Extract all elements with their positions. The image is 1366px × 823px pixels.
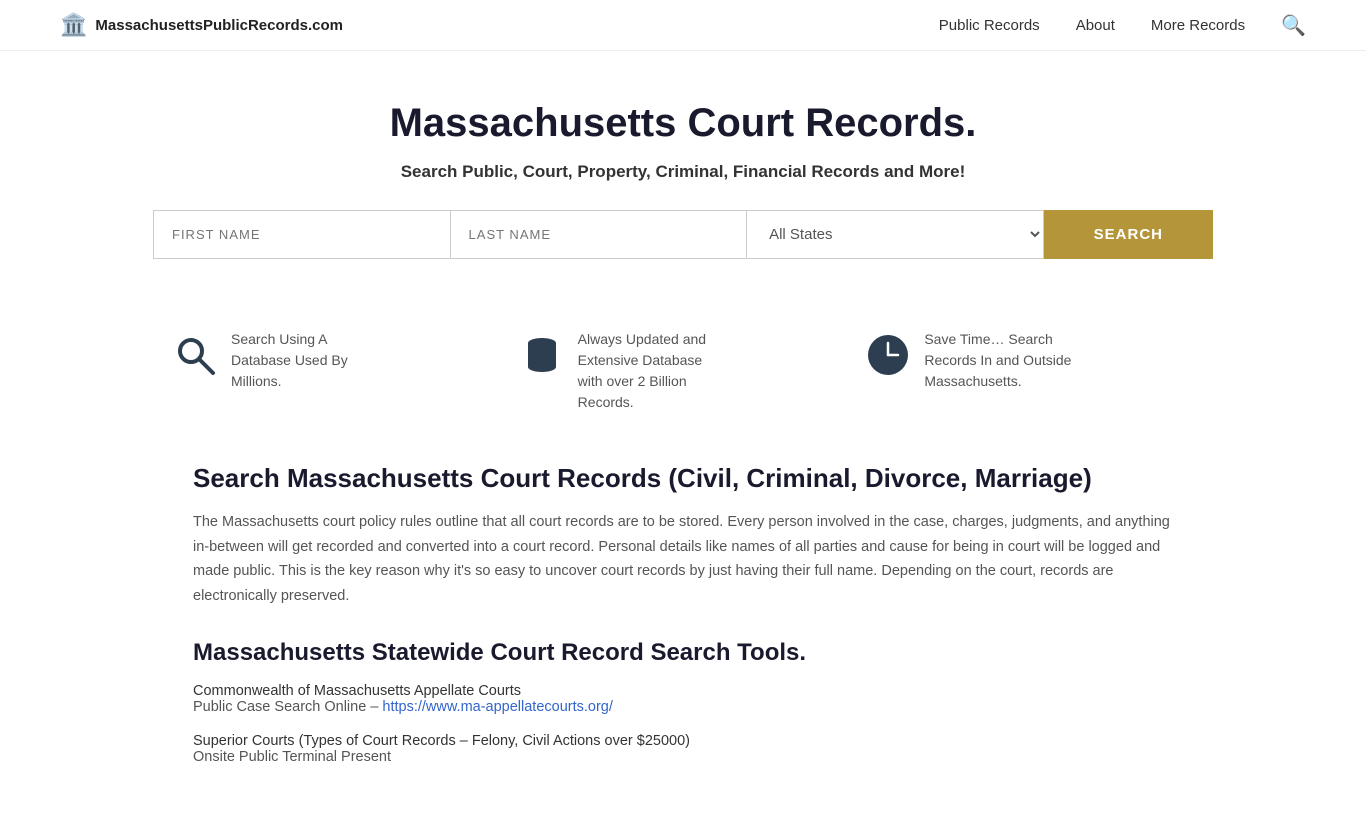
search-form: All StatesAlabamaAlaskaArizonaArkansasCa…	[133, 210, 1233, 259]
logo-text: MassachusettsPublicRecords.com	[95, 17, 343, 34]
feature-clock: Save Time… SearchRecords In and OutsideM…	[866, 329, 1193, 392]
feature-database-text: Always Updated andExtensive Databasewith…	[578, 329, 706, 413]
search-icon[interactable]: 🔍	[1281, 13, 1306, 38]
court-item-appellate: Commonwealth of Massachusetts Appellate …	[193, 683, 1173, 715]
first-name-input[interactable]	[153, 210, 450, 259]
logo-icon: 🏛️	[60, 12, 87, 38]
hero-subtitle: Search Public, Court, Property, Criminal…	[20, 162, 1346, 182]
search-button[interactable]: SEARCH	[1044, 210, 1213, 259]
court-name-appellate: Commonwealth of Massachusetts Appellate …	[193, 683, 1173, 699]
main-content: Search Massachusetts Court Records (Civi…	[133, 463, 1233, 823]
feature-database: Always Updated andExtensive Databasewith…	[520, 329, 847, 413]
clock-feature-icon	[866, 333, 910, 387]
court-sub-appellate: Public Case Search Online – https://www.…	[193, 699, 1173, 715]
court-name-superior: Superior Courts (Types of Court Records …	[193, 733, 1173, 749]
appellate-link[interactable]: https://www.ma-appellatecourts.org/	[382, 699, 613, 715]
header: 🏛️ MassachusettsPublicRecords.com Public…	[0, 0, 1366, 51]
main-nav: Public Records About More Records 🔍	[939, 13, 1306, 38]
nav-about[interactable]: About	[1076, 17, 1115, 34]
court-sub-superior: Onsite Public Terminal Present	[193, 749, 1173, 765]
feature-search: Search Using ADatabase Used ByMillions.	[173, 329, 500, 392]
court-item-superior: Superior Courts (Types of Court Records …	[193, 733, 1173, 765]
page-title: Massachusetts Court Records.	[20, 101, 1346, 146]
logo[interactable]: 🏛️ MassachusettsPublicRecords.com	[60, 12, 343, 38]
search-feature-icon	[173, 333, 217, 387]
feature-clock-text: Save Time… SearchRecords In and OutsideM…	[924, 329, 1071, 392]
nav-public-records[interactable]: Public Records	[939, 17, 1040, 34]
nav-more-records[interactable]: More Records	[1151, 17, 1245, 34]
section2-heading: Massachusetts Statewide Court Record Sea…	[193, 639, 1173, 667]
database-feature-icon	[520, 333, 564, 387]
hero-section: Massachusetts Court Records. Search Publ…	[0, 51, 1366, 329]
features-section: Search Using ADatabase Used ByMillions. …	[133, 329, 1233, 413]
feature-search-text: Search Using ADatabase Used ByMillions.	[231, 329, 348, 392]
last-name-input[interactable]	[450, 210, 748, 259]
section1-heading: Search Massachusetts Court Records (Civi…	[193, 463, 1173, 494]
section1-body: The Massachusetts court policy rules out…	[193, 510, 1173, 609]
state-select[interactable]: All StatesAlabamaAlaskaArizonaArkansasCa…	[747, 210, 1044, 259]
